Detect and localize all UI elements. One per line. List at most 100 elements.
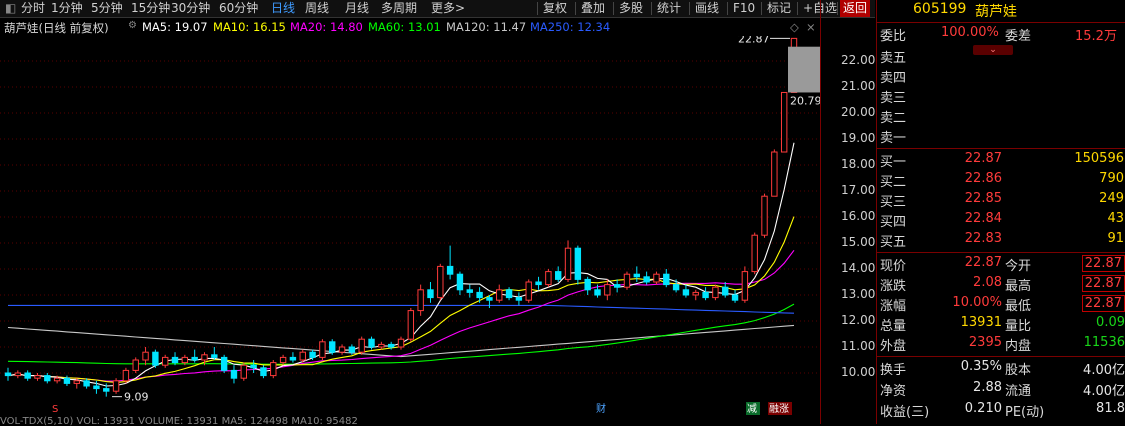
fund-value-2: 4.00亿 — [1083, 384, 1125, 399]
candlestick-chart[interactable]: 22.87 20.79 9.09 S 财 减融涨 — [0, 36, 820, 418]
sell-level-label: 卖三 — [880, 91, 907, 106]
buy-level-label: 买四 — [880, 215, 907, 230]
tb-60min-tab[interactable]: 60分钟 — [216, 0, 261, 17]
stat-value: 2395 — [968, 335, 1002, 350]
close-chart-icon[interactable]: × — [806, 20, 816, 34]
candle-body — [279, 356, 287, 364]
fund-label: 净资 — [880, 384, 907, 399]
tb-monthly-tab[interactable]: 月线 — [342, 0, 372, 17]
collapse-icon[interactable]: ◧ — [2, 0, 19, 17]
candle-body — [554, 271, 562, 280]
buy-level-label: 买三 — [880, 195, 907, 210]
candle-body — [260, 367, 267, 377]
tb-f10-button[interactable]: F10 — [730, 0, 758, 17]
candle-body — [613, 284, 621, 288]
candle-body — [397, 338, 405, 348]
diamond-icon[interactable]: ◇ — [790, 20, 799, 34]
price-tick-label: 21.00 — [841, 79, 876, 93]
tb-1min-tab[interactable]: 1分钟 — [48, 0, 86, 17]
candle-body — [152, 351, 159, 366]
tb-overlay-button[interactable]: 叠加 — [578, 0, 608, 17]
candle-body — [250, 364, 257, 369]
candle-body — [682, 289, 690, 296]
buy-price: 22.83 — [964, 231, 1002, 246]
candle-body — [34, 375, 41, 379]
stat-label-2: 最高 — [1005, 279, 1032, 294]
candle-body — [466, 289, 473, 293]
chart-title: 葫芦娃(日线 前复权) — [4, 21, 109, 35]
candle-body — [623, 273, 631, 288]
price-tick-label: 20.00 — [841, 105, 876, 119]
period-toolbar: ◧ 分时 1分钟 5分钟 15分钟 30分钟 60分钟 日线 周线 月线 多周期 更多> 复权 叠加多… — [0, 0, 875, 18]
candle-body — [122, 369, 130, 382]
price-tick-label: 19.00 — [841, 131, 876, 145]
quote-row: 卖五 — [877, 46, 1125, 66]
candle-body — [112, 380, 120, 392]
ma-label-2: MA20: 14.80 — [290, 20, 363, 34]
tb-stats-button[interactable]: 统计 — [654, 0, 684, 17]
ma-label-1: MA10: 16.15 — [213, 20, 286, 34]
tb-5min-tab[interactable]: 5分钟 — [88, 0, 126, 17]
tb-weekly-tab[interactable]: 周线 — [302, 0, 332, 17]
tb-fenshi-tab[interactable]: 分时 — [18, 0, 48, 17]
candle-body — [211, 354, 218, 358]
buy-volume: 43 — [1107, 211, 1124, 226]
tb-draw-button[interactable]: 画线 — [692, 0, 722, 17]
buy-price: 22.85 — [964, 191, 1002, 206]
stat-label: 涨幅 — [880, 299, 907, 314]
fund-value: 0.35% — [960, 359, 1002, 374]
low-box-price-label: 20.79 — [790, 94, 820, 107]
buy-volume: 150596 — [1074, 151, 1124, 166]
stock-name: 葫芦娃 — [975, 4, 1017, 20]
candle-body — [14, 372, 22, 377]
candle-body — [63, 377, 71, 384]
price-tick-label: 15.00 — [841, 235, 876, 249]
candle-body — [191, 356, 198, 361]
weicha-value: 15.2万 — [1075, 29, 1117, 44]
candle-body — [201, 354, 208, 361]
stat-label-2: 内盘 — [1005, 339, 1032, 354]
stat-value: 10.00% — [952, 295, 1002, 310]
tb-multistock-button[interactable]: 多股 — [616, 0, 646, 17]
tb-fuquan-button[interactable]: 复权 — [540, 0, 570, 17]
ma-label-3: MA60: 13.01 — [368, 20, 441, 34]
candle-body — [73, 380, 80, 384]
buy-level-label: 买五 — [880, 235, 907, 250]
volume-indicator-header: VOL-TDX(5,10) VOL: 13931 VOLUME: 13931 M… — [0, 416, 358, 426]
candle-body — [161, 356, 169, 366]
candle-body — [741, 271, 749, 301]
candle-body — [712, 286, 719, 299]
candle-body — [142, 351, 149, 361]
candle-body — [270, 362, 277, 377]
price-tick-label: 10.00 — [841, 365, 876, 379]
price-tick-label: 14.00 — [841, 261, 876, 275]
candle-body — [535, 281, 542, 286]
price-tick-label: 12.00 — [841, 313, 876, 327]
candle-body — [446, 265, 454, 275]
candle-body — [653, 273, 660, 283]
fund-label: 收益(三) — [880, 405, 930, 420]
tb-multi-tab[interactable]: 多周期 — [378, 0, 420, 17]
candle-body — [417, 289, 424, 312]
tb-mark-button[interactable]: 标记 — [764, 0, 794, 17]
fund-label-2: 流通 — [1005, 384, 1032, 399]
candle-body — [771, 151, 778, 197]
tb-daily-tab[interactable]: 日线 — [268, 0, 298, 17]
stat-value: 22.87 — [964, 255, 1002, 270]
candle-body — [44, 375, 51, 382]
ma-settings-icon[interactable]: ⚙ — [128, 20, 137, 31]
tb-15min-tab[interactable]: 15分钟 — [128, 0, 173, 17]
quote-row: 卖四 — [877, 66, 1125, 86]
buy-volume: 91 — [1107, 231, 1124, 246]
fund-value: 2.88 — [973, 380, 1002, 395]
candle-body — [594, 289, 601, 296]
stat-label: 现价 — [880, 259, 907, 274]
quote-row: 总量 13931 量比 0.09 — [877, 314, 1125, 334]
tb-30min-tab[interactable]: 30分钟 — [168, 0, 213, 17]
candle-body — [348, 346, 356, 353]
tb-more-tab[interactable]: 更多> — [428, 0, 468, 17]
candle-body — [240, 364, 248, 379]
ma20-line — [7, 249, 795, 382]
quote-row: 卖二 — [877, 106, 1125, 126]
candle-body — [220, 356, 228, 371]
